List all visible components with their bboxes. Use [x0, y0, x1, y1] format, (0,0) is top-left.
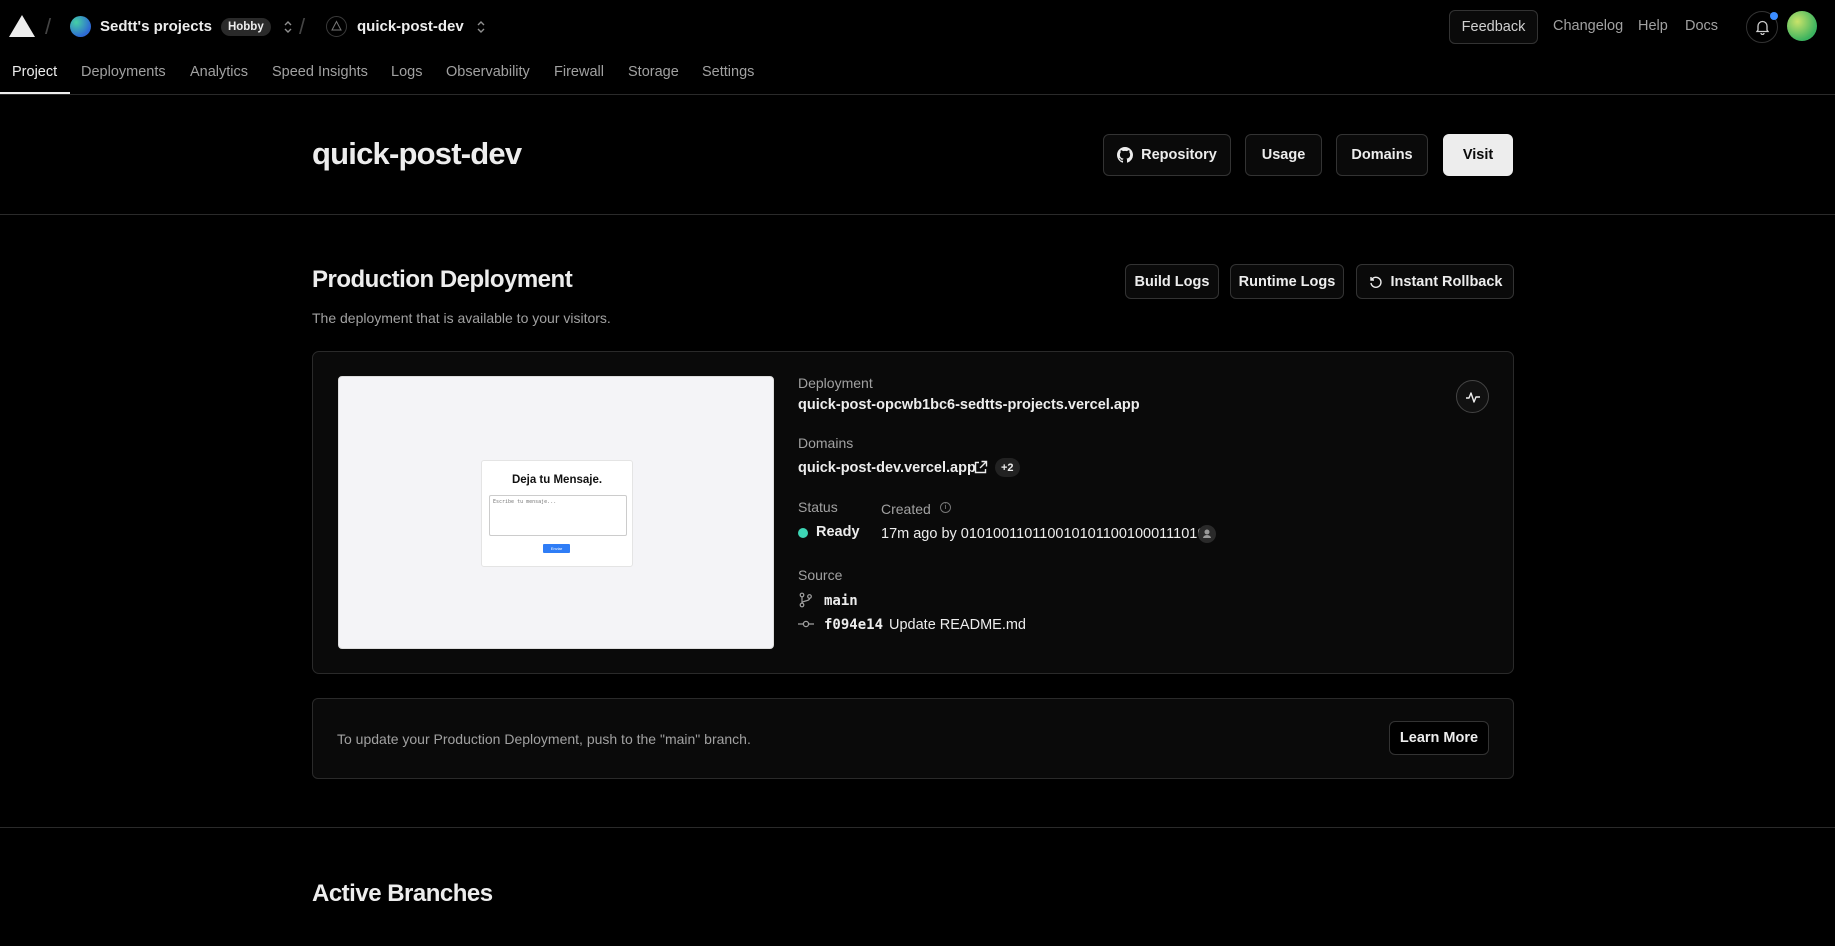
commit-hash[interactable]: f094e14: [824, 617, 883, 633]
preview-heading: Deja tu Mensaje.: [511, 474, 603, 486]
usage-button[interactable]: Usage: [1245, 134, 1322, 176]
activity-pulse-icon: [1465, 391, 1480, 403]
created-value: 17m ago by 01010011011001010110010001110…: [881, 526, 1214, 542]
build-logs-button[interactable]: Build Logs: [1125, 264, 1219, 299]
tab-settings[interactable]: Settings: [702, 64, 754, 80]
domain-link[interactable]: quick-post-dev.vercel.app: [798, 460, 976, 476]
status-label: Status: [798, 499, 838, 515]
project-triangle-icon: [326, 16, 347, 37]
notification-dot: [1770, 12, 1778, 20]
team-avatar: [70, 16, 91, 37]
learn-more-button[interactable]: Learn More: [1389, 721, 1489, 755]
domains-button[interactable]: Domains: [1336, 134, 1428, 176]
visit-button[interactable]: Visit: [1443, 134, 1513, 176]
more-domains-badge[interactable]: +2: [995, 458, 1020, 477]
production-deployment-title: Production Deployment: [312, 266, 573, 293]
deployment-label: Deployment: [798, 375, 873, 391]
page-title: quick-post-dev: [312, 136, 522, 171]
deployment-url-link[interactable]: quick-post-opcwb1bc6-sedtts-projects.ver…: [798, 397, 1140, 413]
bell-icon: [1755, 20, 1769, 35]
tab-storage[interactable]: Storage: [628, 64, 679, 80]
plan-badge: Hobby: [220, 17, 271, 36]
active-tab-indicator: [0, 92, 70, 94]
chevron-up-down-icon[interactable]: [283, 20, 293, 34]
branch-name[interactable]: main: [824, 593, 858, 609]
feedback-button[interactable]: Feedback: [1449, 10, 1538, 44]
preview-send-button: Enviar: [543, 544, 570, 553]
tab-analytics[interactable]: Analytics: [190, 64, 248, 80]
created-label: Created: [881, 501, 931, 517]
commit-message[interactable]: Update README.md: [889, 617, 1026, 633]
user-avatar[interactable]: [1787, 11, 1817, 41]
repository-button[interactable]: Repository: [1103, 134, 1231, 176]
divider: [0, 214, 1835, 215]
external-link-icon[interactable]: [973, 460, 988, 475]
git-branch-icon: [799, 592, 812, 608]
tab-project[interactable]: Project: [12, 64, 57, 80]
github-icon: [1117, 147, 1134, 163]
chevron-up-down-icon[interactable]: [476, 20, 486, 34]
rollback-icon: [1369, 276, 1382, 288]
vercel-logo-icon[interactable]: [9, 15, 35, 37]
production-deployment-subtitle: The deployment that is available to your…: [312, 310, 611, 326]
team-name: Sedtt's projects: [100, 18, 212, 35]
active-branches-title: Active Branches: [312, 880, 493, 907]
project-tabs: Project Deployments Analytics Speed Insi…: [0, 54, 1835, 95]
activity-button[interactable]: [1456, 380, 1489, 413]
status-value: Ready: [816, 524, 860, 540]
breadcrumb-separator: /: [45, 14, 52, 39]
info-icon[interactable]: i: [940, 502, 951, 513]
instant-rollback-label: Instant Rollback: [1390, 273, 1503, 290]
preview-textarea: Escribe tu mensaje...: [489, 495, 627, 536]
repository-button-label: Repository: [1141, 147, 1217, 163]
tab-firewall[interactable]: Firewall: [554, 64, 604, 80]
update-info-banner: To update your Production Deployment, pu…: [312, 698, 1514, 779]
preview-form-card: Deja tu Mensaje. Escribe tu mensaje... E…: [481, 460, 633, 567]
breadcrumb-separator: /: [299, 14, 306, 39]
tab-observability[interactable]: Observability: [446, 64, 530, 80]
banner-text: To update your Production Deployment, pu…: [337, 731, 751, 747]
tab-deployments[interactable]: Deployments: [81, 64, 166, 80]
source-label: Source: [798, 567, 843, 583]
help-link[interactable]: Help: [1638, 18, 1668, 34]
tab-speed-insights[interactable]: Speed Insights: [272, 64, 368, 80]
user-icon: [1203, 529, 1211, 538]
runtime-logs-button[interactable]: Runtime Logs: [1230, 264, 1344, 299]
changelog-link[interactable]: Changelog: [1553, 18, 1623, 34]
team-switcher[interactable]: Sedtt's projects Hobby: [70, 16, 293, 37]
author-avatar: [1198, 525, 1216, 543]
top-navigation-bar: / Sedtt's projects Hobby / quick-post-de…: [0, 0, 1835, 54]
domains-label: Domains: [798, 435, 854, 451]
project-name: quick-post-dev: [357, 18, 464, 35]
docs-link[interactable]: Docs: [1685, 18, 1718, 34]
deployment-preview-screenshot[interactable]: Deja tu Mensaje. Escribe tu mensaje... E…: [338, 376, 774, 649]
instant-rollback-button[interactable]: Instant Rollback: [1356, 264, 1514, 299]
project-switcher[interactable]: quick-post-dev: [326, 16, 486, 37]
divider: [0, 827, 1835, 828]
tab-logs[interactable]: Logs: [391, 64, 422, 80]
git-commit-icon: [798, 620, 814, 628]
status-ready-dot: [798, 528, 808, 538]
